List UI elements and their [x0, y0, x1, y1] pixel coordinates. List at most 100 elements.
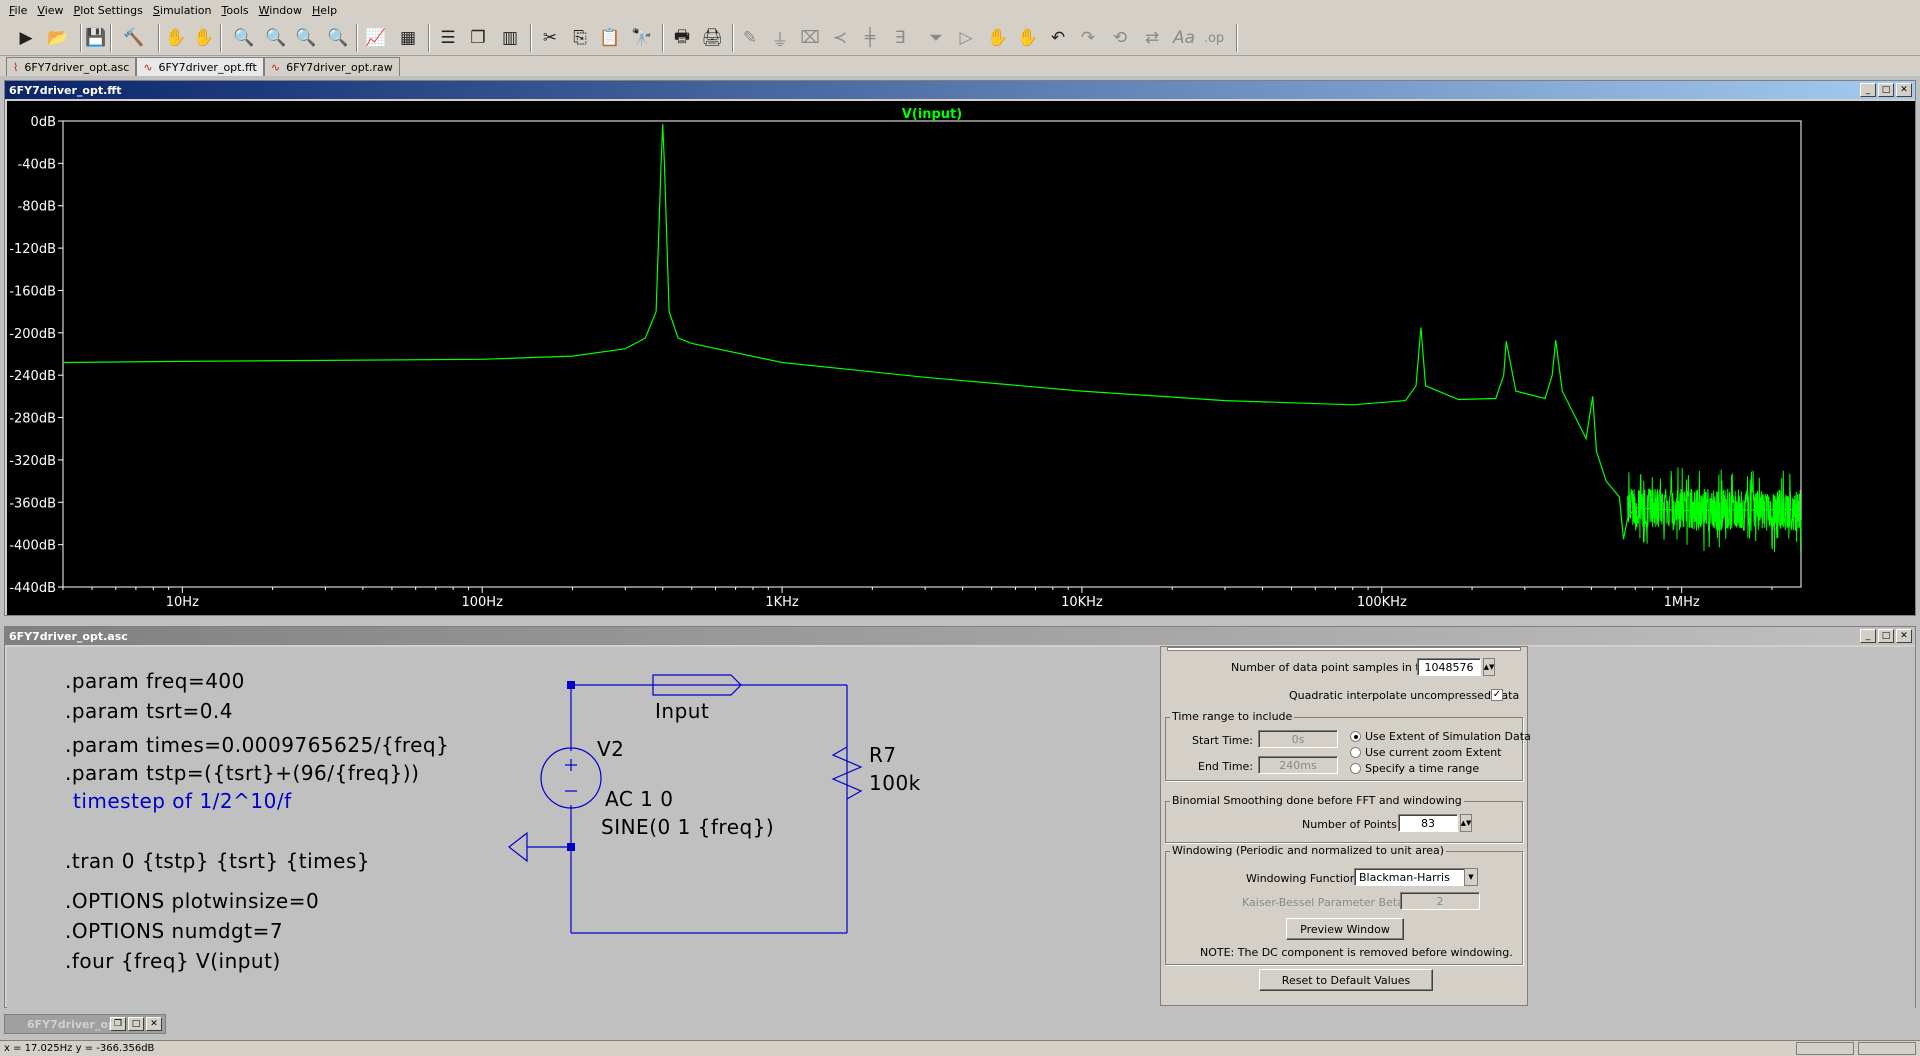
y-tick-label: 0dB	[31, 115, 56, 130]
zoom-area-icon[interactable]: 🔍	[264, 26, 288, 50]
tile-horizontal-icon[interactable]: ☰	[436, 26, 460, 50]
halt-icon[interactable]: ✋	[164, 26, 188, 50]
preview-window-button[interactable]: Preview Window	[1286, 918, 1404, 940]
component-icon[interactable]: ▷	[954, 26, 978, 50]
points-input[interactable]: 83	[1398, 814, 1458, 832]
autorange-icon[interactable]: 📈	[364, 26, 388, 50]
tab-asc[interactable]: ⌇ 6FY7driver_opt.asc	[6, 57, 137, 76]
label-net-icon[interactable]: ⌧	[798, 26, 822, 50]
net-label-input[interactable]: Input	[655, 699, 709, 723]
run-icon[interactable]: ▶	[14, 26, 38, 50]
rotate-icon[interactable]: ⟲	[1108, 26, 1132, 50]
samples-spinner[interactable]: ▲▼	[1483, 658, 1495, 676]
points-spinner[interactable]: ▲▼	[1460, 814, 1472, 832]
noise-floor	[1627, 467, 1802, 553]
schematic-window-titlebar[interactable]: 6FY7driver_opt.asc _ □ ✕	[5, 627, 1915, 645]
tab-fft[interactable]: ∿ 6FY7driver_opt.fft	[136, 57, 264, 76]
control-panel-icon[interactable]: 🔨	[122, 26, 146, 50]
points-label: Number of Points:	[1302, 818, 1401, 831]
tile-vertical-icon[interactable]: ▥	[498, 26, 522, 50]
restore-icon[interactable]: ❐	[110, 1017, 126, 1031]
zoom-in-icon[interactable]: 🔍	[232, 26, 256, 50]
resistor-icon[interactable]: ≺	[828, 26, 852, 50]
plot-frame	[62, 120, 1802, 588]
quadratic-checkbox[interactable]: ✓	[1491, 689, 1503, 701]
plot-grid-icon[interactable]: ▦	[396, 26, 420, 50]
wire-icon[interactable]: ✎	[738, 26, 762, 50]
mirror-icon[interactable]: ⇄	[1140, 26, 1164, 50]
source-name[interactable]: V2	[597, 737, 624, 761]
resistor-name[interactable]: R7	[869, 743, 897, 767]
menu-file[interactable]: File	[4, 4, 32, 17]
inductor-icon[interactable]: ∃	[888, 26, 912, 50]
move-icon[interactable]: ✋	[986, 26, 1010, 50]
menu-window[interactable]: Window	[254, 4, 307, 17]
comment-timestep[interactable]: timestep of 1/2^10/f	[73, 789, 292, 813]
fft-window-titlebar[interactable]: 6FY7driver_opt.fft _ □ ✕	[5, 81, 1915, 99]
cascade-icon[interactable]: ❐	[466, 26, 490, 50]
source-value-sine[interactable]: SINE(0 1 {freq})	[601, 815, 774, 839]
close-icon[interactable]: ✕	[1896, 629, 1912, 643]
directive-options-numdgt[interactable]: .OPTIONS numdgt=7	[65, 919, 283, 943]
directive-four[interactable]: .four {freq} V(input)	[65, 949, 281, 973]
voltage-source-symbol	[540, 747, 602, 809]
tab-raw[interactable]: ∿ 6FY7driver_opt.raw	[263, 57, 400, 76]
capacitor-icon[interactable]: ╪	[858, 26, 882, 50]
cut-icon[interactable]: ✂	[538, 26, 562, 50]
text-icon[interactable]: Aa	[1172, 26, 1196, 50]
menu-tools[interactable]: Tools	[217, 4, 254, 17]
trace-label: V(input)	[902, 107, 962, 122]
maximize-icon[interactable]: □	[1878, 629, 1894, 643]
resistor-value[interactable]: 100k	[869, 771, 921, 795]
source-value-ac[interactable]: AC 1 0	[605, 787, 673, 811]
beta-input[interactable]: 2	[1400, 892, 1480, 910]
radio-use-zoom[interactable]: Use current zoom Extent	[1350, 746, 1502, 759]
paste-icon[interactable]: 📋	[598, 26, 622, 50]
end-time-input[interactable]: 240ms	[1258, 756, 1338, 774]
diode-icon[interactable]: ⏷	[924, 26, 948, 50]
drag-icon[interactable]: ✋	[1016, 26, 1040, 50]
directive-param-tsrt[interactable]: .param tsrt=0.4	[65, 699, 233, 723]
samples-input[interactable]: 1048576	[1417, 658, 1481, 676]
menu-view[interactable]: View	[32, 4, 68, 17]
schematic-canvas[interactable]: .param freq=400 .param tsrt=0.4 .param t…	[7, 647, 1915, 1021]
fft-plot-pane[interactable]: 0dB -40dB -80dB -120dB -160dB -200dB -240dB -28…	[7, 101, 1915, 615]
spice-directive-icon[interactable]: .op	[1202, 26, 1226, 50]
reset-defaults-button[interactable]: Reset to Default Values	[1259, 969, 1433, 991]
directive-param-freq[interactable]: .param freq=400	[65, 669, 245, 693]
windowing-function-select[interactable]: Blackman-Harris	[1354, 868, 1478, 886]
zoom-fit-icon[interactable]: 🔍	[326, 26, 350, 50]
redo-icon[interactable]: ↷	[1076, 26, 1100, 50]
end-time-label: End Time:	[1198, 760, 1254, 773]
windowing-function-label: Windowing Function:	[1246, 872, 1361, 885]
minimize-icon[interactable]: _	[1860, 83, 1876, 97]
directive-param-times[interactable]: .param times=0.0009765625/{freq}	[65, 733, 449, 757]
maximize-icon[interactable]: □	[1878, 83, 1894, 97]
zoom-out-icon[interactable]: 🔍	[294, 26, 318, 50]
start-time-input[interactable]: 0s	[1258, 730, 1338, 748]
fft-plot[interactable]: 0dB -40dB -80dB -120dB -160dB -200dB -240dB -28…	[7, 101, 1915, 615]
directive-param-tstp[interactable]: .param tstp=({tsrt}+(96/{freq}))	[65, 761, 419, 785]
menu-help[interactable]: Help	[307, 4, 342, 17]
copy-icon[interactable]: ⎘	[568, 26, 592, 50]
print-preview-icon[interactable]: 🖨	[700, 26, 724, 50]
pan-hand-icon[interactable]: ✋	[192, 26, 216, 50]
close-icon[interactable]: ✕	[146, 1017, 162, 1031]
directive-tran[interactable]: .tran 0 {tstp} {tsrt} {times}	[65, 849, 370, 873]
undo-icon[interactable]: ↶	[1046, 26, 1070, 50]
minimized-window[interactable]: 6FY7driver_opt ❐ □ ✕	[4, 1014, 166, 1034]
radio-use-extent[interactable]: Use Extent of Simulation Data	[1350, 730, 1531, 743]
print-icon[interactable]: 🖶	[670, 26, 694, 50]
minimize-icon[interactable]: _	[1860, 629, 1876, 643]
close-icon[interactable]: ✕	[1896, 83, 1912, 97]
directive-options-plotwinsize[interactable]: .OPTIONS plotwinsize=0	[65, 889, 319, 913]
chevron-down-icon[interactable]: ▼	[1464, 868, 1478, 886]
find-icon[interactable]: 🔭	[630, 26, 654, 50]
radio-specify-range[interactable]: Specify a time range	[1350, 762, 1479, 775]
open-icon[interactable]: 📂	[46, 26, 70, 50]
save-icon[interactable]: 💾	[84, 26, 108, 50]
menu-plot-settings[interactable]: Plot Settings	[69, 4, 148, 17]
maximize-icon[interactable]: □	[128, 1017, 144, 1031]
menu-simulation[interactable]: Simulation	[148, 4, 217, 17]
ground-icon[interactable]: ⏚	[768, 26, 792, 51]
